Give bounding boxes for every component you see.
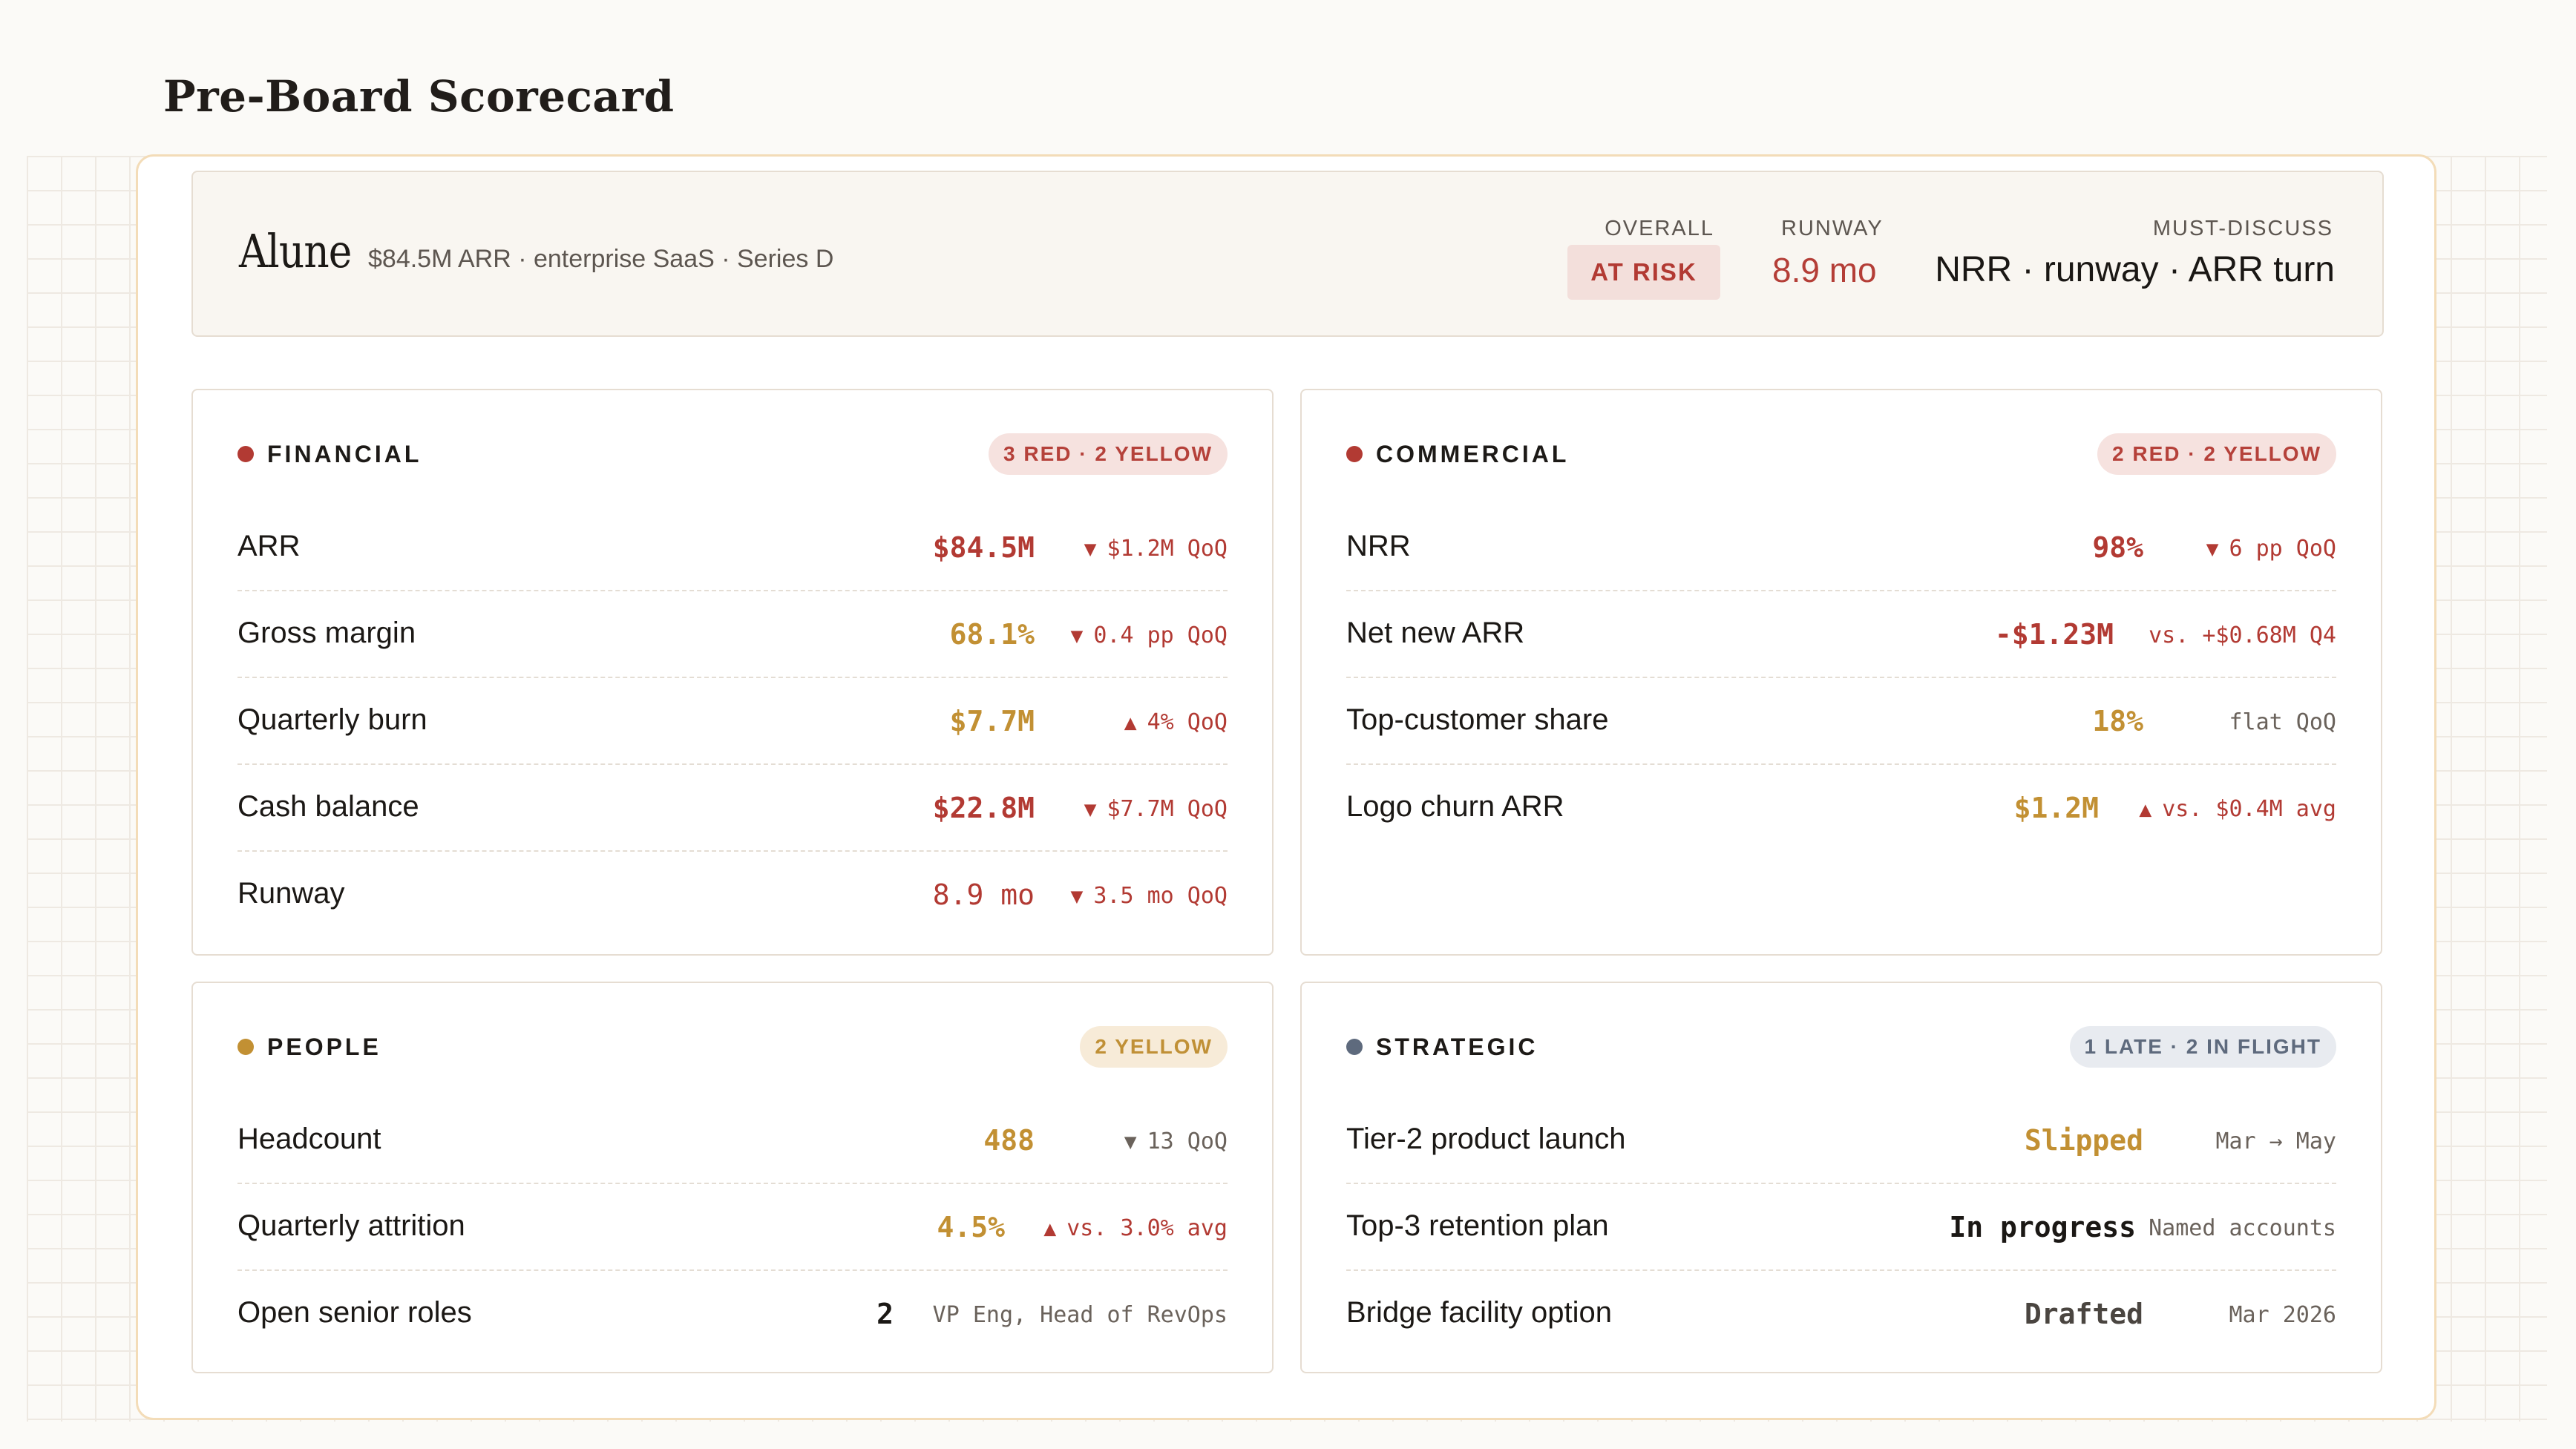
metric-label: Quarterly attrition (237, 1209, 465, 1242)
metric-row-runway: Runway 8.9 mo ▼ 3.5 mo QoQ (237, 852, 1228, 939)
company-name: Alune (239, 224, 352, 278)
overall-label: OVERALL (1605, 217, 1714, 240)
metric-value: 488 (983, 1124, 1035, 1157)
metric-value: $1.2M (2013, 792, 2099, 824)
status-dot-icon (1346, 1039, 1363, 1055)
metric-delta: ▼ 3.5 mo QoQ (1070, 883, 1228, 909)
metric-label: Quarterly burn (237, 703, 427, 736)
metric-label: Logo churn ARR (1346, 790, 1564, 823)
metric-row-open-senior-roles: Open senior roles 2 VP Eng, Head of RevO… (237, 1271, 1228, 1358)
metric-label: Headcount (237, 1123, 381, 1155)
company-header: Alune $84.5M ARR · enterprise SaaS · Ser… (191, 171, 2384, 337)
metric-row-net-new-arr: Net new ARR -$1.23M vs. +$0.68M Q4 (1346, 591, 2336, 678)
metric-row-cash-balance: Cash balance $22.8M ▼ $7.7M QoQ (237, 765, 1228, 852)
metric-row-tier2-launch: Tier-2 product launch Slipped Mar → May (1346, 1097, 2336, 1184)
people-card: PEOPLE 2 YELLOW Headcount 488 ▼ 13 QoQ Qu… (191, 982, 1274, 1373)
metric-delta: ▼ $1.2M QoQ (1084, 536, 1228, 562)
metric-value: $84.5M (932, 531, 1035, 564)
commercial-card: COMMERCIAL 2 RED · 2 YELLOW NRR 98% ▼ 6 p… (1300, 389, 2382, 956)
metric-value: $22.8M (932, 792, 1035, 824)
metric-row-headcount: Headcount 488 ▼ 13 QoQ (237, 1097, 1228, 1184)
status-dot-icon (1346, 446, 1363, 462)
metric-label: Open senior roles (237, 1296, 472, 1329)
metric-delta: ▼ 0.4 pp QoQ (1070, 622, 1228, 648)
status-badge: 3 RED · 2 YELLOW (989, 433, 1228, 475)
arrow-down-icon: ▼ (1124, 1129, 1137, 1154)
metric-row-retention-plan: Top-3 retention plan In progress Named a… (1346, 1184, 2336, 1271)
card-title: STRATEGIC (1376, 1033, 1538, 1060)
card-title: PEOPLE (267, 1033, 381, 1060)
arrow-down-icon: ▼ (1084, 536, 1097, 561)
card-header: PEOPLE 2 YELLOW (237, 1025, 1228, 1069)
metric-value: Drafted (2024, 1298, 2143, 1330)
runway-label: RUNWAY (1781, 217, 1884, 240)
metric-label: Bridge facility option (1346, 1296, 1612, 1329)
arrow-down-icon: ▼ (1084, 797, 1097, 821)
metric-value: 98% (2092, 531, 2143, 564)
metric-value: -$1.23M (1994, 618, 2114, 651)
metric-value: 18% (2092, 705, 2143, 737)
metric-label: NRR (1346, 530, 1411, 562)
metric-value: 2 (876, 1298, 894, 1330)
card-header: STRATEGIC 1 LATE · 2 IN FLIGHT (1346, 1025, 2336, 1069)
metric-label: ARR (237, 530, 301, 562)
metric-label: Tier-2 product launch (1346, 1123, 1626, 1155)
metric-label: Net new ARR (1346, 617, 1525, 649)
metric-value: 68.1% (949, 618, 1035, 651)
metric-delta: Mar 2026 (2229, 1302, 2337, 1328)
metric-delta: ▲ vs. $0.4M avg (2139, 796, 2336, 822)
metric-delta: ▼ 6 pp QoQ (2206, 536, 2336, 562)
status-dot-icon (237, 1039, 254, 1055)
financial-card: FINANCIAL 3 RED · 2 YELLOW ARR $84.5M ▼ $… (191, 389, 1274, 956)
status-badge: 2 YELLOW (1080, 1026, 1228, 1068)
metric-delta: Mar → May (2215, 1128, 2336, 1154)
metric-label: Runway (237, 877, 345, 910)
metric-row-top-customer-share: Top-customer share 18% flat QoQ (1346, 678, 2336, 765)
card-title: FINANCIAL (267, 440, 422, 467)
runway-value: 8.9 mo (1772, 251, 1877, 289)
card-header: FINANCIAL 3 RED · 2 YELLOW (237, 432, 1228, 476)
must-discuss-value: NRR · runway · ARR turn (1935, 250, 2335, 289)
page-title: Pre-Board Scorecard (163, 71, 675, 122)
metric-row-bridge-facility: Bridge facility option Drafted Mar 2026 (1346, 1271, 2336, 1358)
arrow-down-icon: ▼ (1070, 623, 1084, 648)
metric-row-arr: ARR $84.5M ▼ $1.2M QoQ (237, 505, 1228, 591)
metric-value: 4.5% (937, 1211, 1005, 1243)
metric-delta: ▼ $7.7M QoQ (1084, 796, 1228, 822)
arrow-up-icon: ▲ (1043, 1216, 1057, 1241)
metric-delta: ▲ 4% QoQ (1124, 709, 1228, 735)
company-subline: $84.5M ARR · enterprise SaaS · Series D (368, 245, 834, 273)
status-badge: 2 RED · 2 YELLOW (2097, 433, 2336, 475)
arrow-up-icon: ▲ (2139, 797, 2152, 821)
arrow-down-icon: ▼ (2206, 536, 2219, 561)
metric-label: Cash balance (237, 790, 419, 823)
card-header: COMMERCIAL 2 RED · 2 YELLOW (1346, 432, 2336, 476)
metric-value: In progress (1949, 1211, 2136, 1243)
metric-row-quarterly-attrition: Quarterly attrition 4.5% ▲ vs. 3.0% avg (237, 1184, 1228, 1271)
card-title: COMMERCIAL (1376, 440, 1570, 467)
metric-row-logo-churn-arr: Logo churn ARR $1.2M ▲ vs. $0.4M avg (1346, 765, 2336, 852)
metric-label: Gross margin (237, 617, 416, 649)
metric-label: Top-3 retention plan (1346, 1209, 1609, 1242)
metric-label: Top-customer share (1346, 703, 1609, 736)
metric-value: $7.7M (949, 705, 1035, 737)
overall-status-badge: AT RISK (1567, 245, 1720, 300)
strategic-card: STRATEGIC 1 LATE · 2 IN FLIGHT Tier-2 pr… (1300, 982, 2382, 1373)
metric-delta: flat QoQ (2229, 709, 2337, 735)
metric-delta: Named accounts (2149, 1215, 2336, 1241)
metric-delta: ▼ 13 QoQ (1124, 1128, 1228, 1154)
metric-delta: ▲ vs. 3.0% avg (1043, 1215, 1228, 1241)
must-discuss-label: MUST-DISCUSS (2152, 217, 2333, 240)
status-badge: 1 LATE · 2 IN FLIGHT (2069, 1026, 2336, 1068)
metric-delta: VP Eng, Head of RevOps (932, 1302, 1228, 1328)
metric-row-gross-margin: Gross margin 68.1% ▼ 0.4 pp QoQ (237, 591, 1228, 678)
metric-row-nrr: NRR 98% ▼ 6 pp QoQ (1346, 505, 2336, 591)
metric-value: Slipped (2024, 1124, 2143, 1157)
metric-delta: vs. +$0.68M Q4 (2149, 622, 2336, 648)
arrow-up-icon: ▲ (1124, 710, 1137, 735)
metric-value: 8.9 mo (932, 878, 1035, 911)
arrow-down-icon: ▼ (1070, 884, 1084, 908)
metric-row-quarterly-burn: Quarterly burn $7.7M ▲ 4% QoQ (237, 678, 1228, 765)
status-dot-icon (237, 446, 254, 462)
